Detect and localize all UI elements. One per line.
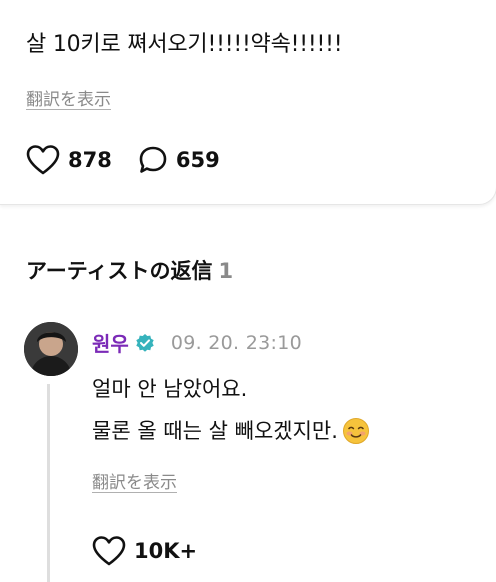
post-like-count: 878 xyxy=(68,148,112,172)
artist-reply: 원우 09. 20. 23:10 얼마 안 남았어요. 물론 올 때는 살 빼오… xyxy=(0,320,496,582)
fan-post-card: 살 10키로 쪄서오기!!!!!약속!!!!!! 翻訳を表示 878 659 xyxy=(0,0,496,205)
artist-replies-count: 1 xyxy=(218,259,234,283)
page: 살 10키로 쪄서오기!!!!!약속!!!!!! 翻訳を表示 878 659 ア… xyxy=(0,0,496,582)
reply-text-line2: 물론 올 때는 살 빼오겠지만. xyxy=(92,419,338,443)
post-translate-link[interactable]: 翻訳を表示 xyxy=(26,85,111,110)
reply-like-count: 10K+ xyxy=(134,539,198,563)
reply-text-line1: 얼마 안 남았어요. xyxy=(92,377,248,401)
post-comment-button[interactable]: 659 xyxy=(138,145,220,175)
post-comment-count: 659 xyxy=(175,148,220,172)
post-text: 살 10키로 쪄서오기!!!!!약속!!!!!! xyxy=(26,32,343,57)
heart-outline-icon xyxy=(26,145,60,175)
speech-bubble-icon xyxy=(138,145,168,175)
reply-timestamp: 09. 20. 23:10 xyxy=(170,331,302,354)
post-like-button[interactable]: 878 xyxy=(26,145,112,175)
smiling-face-emoji-icon xyxy=(342,417,370,445)
heart-outline-icon xyxy=(92,536,126,566)
artist-replies-title: アーティストの返信 xyxy=(26,259,213,283)
post-action-row: 878 659 xyxy=(26,145,220,175)
thread-line xyxy=(47,384,50,582)
reply-header: 원우 09. 20. 23:10 xyxy=(92,328,302,357)
avatar[interactable] xyxy=(24,322,78,376)
reply-action-row: 10K+ xyxy=(92,536,197,566)
artist-replies-heading: アーティストの返信 1 xyxy=(26,255,233,285)
reply-translate-link[interactable]: 翻訳を表示 xyxy=(92,468,177,493)
reply-like-button[interactable]: 10K+ xyxy=(92,536,197,566)
verified-badge-icon xyxy=(135,333,155,353)
artist-username[interactable]: 원우 xyxy=(92,328,129,357)
reply-text-line2-row: 물론 올 때는 살 빼오겠지만. xyxy=(92,416,370,446)
